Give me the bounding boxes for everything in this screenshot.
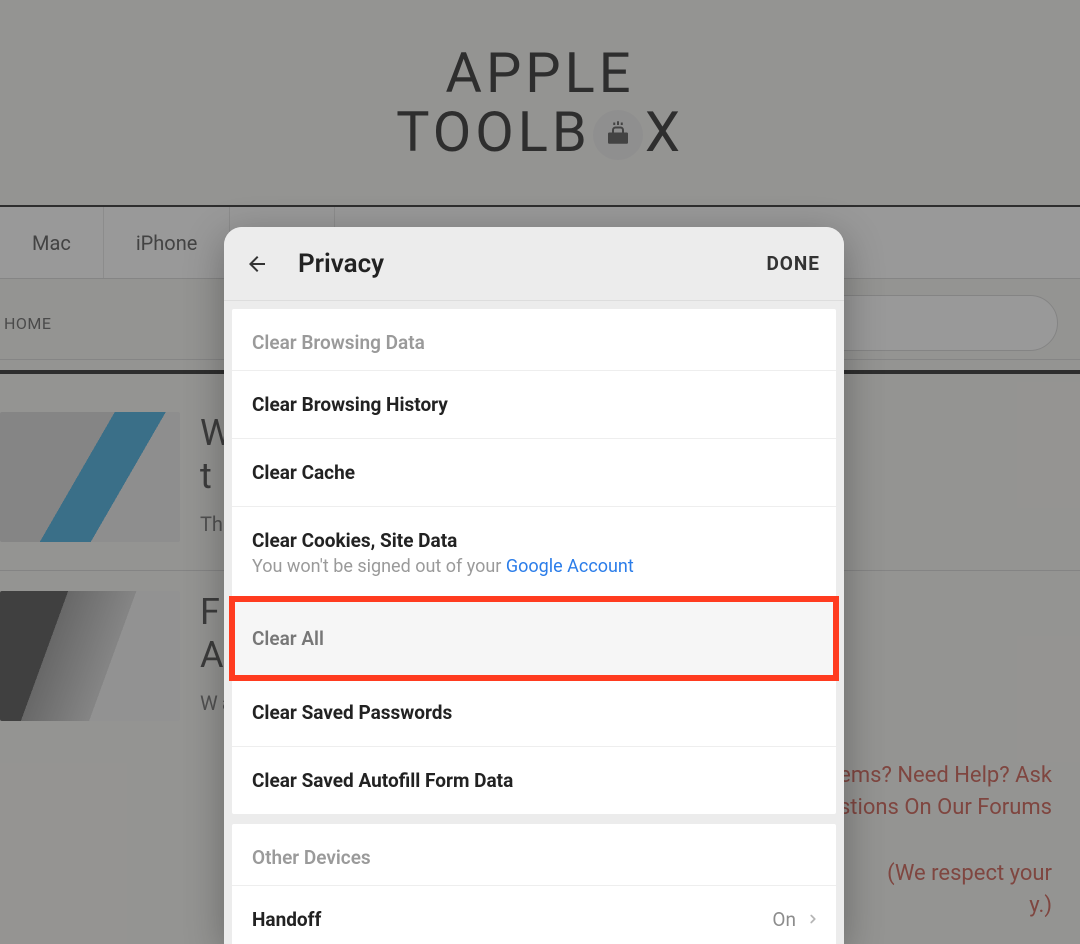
- modal-title: Privacy: [298, 249, 384, 279]
- clear-browsing-history-item[interactable]: Clear Browsing History: [232, 370, 836, 438]
- clear-data-section: Clear Browsing Data Clear Browsing Histo…: [232, 309, 836, 814]
- privacy-modal: Privacy DONE Clear Browsing Data Clear B…: [224, 227, 844, 944]
- clear-cookies-item[interactable]: Clear Cookies, Site Data You won't be si…: [232, 506, 836, 599]
- done-button[interactable]: DONE: [766, 252, 820, 275]
- section-header: Clear Browsing Data: [232, 309, 836, 370]
- clear-all-item[interactable]: Clear All: [232, 599, 836, 678]
- modal-header: Privacy DONE: [224, 227, 844, 301]
- clear-passwords-item[interactable]: Clear Saved Passwords: [232, 678, 836, 746]
- handoff-value: On: [772, 908, 820, 931]
- clear-autofill-item[interactable]: Clear Saved Autofill Form Data: [232, 746, 836, 814]
- item-title: Clear Cookies, Site Data: [252, 529, 816, 552]
- handoff-label: Handoff: [252, 908, 321, 931]
- section-header: Other Devices: [232, 824, 836, 885]
- arrow-left-icon: [245, 252, 269, 276]
- item-subtitle: You won't be signed out of your Google A…: [252, 556, 816, 577]
- chevron-right-icon: [806, 908, 820, 931]
- modal-body: Clear Browsing Data Clear Browsing Histo…: [224, 301, 844, 944]
- back-button[interactable]: [242, 249, 272, 279]
- google-account-link[interactable]: Google Account: [506, 556, 634, 577]
- page-root: APPLE TOOLB X Mac iPhone iPad HOME: [0, 0, 1080, 944]
- handoff-item[interactable]: Handoff On: [232, 885, 836, 944]
- other-devices-section: Other Devices Handoff On: [232, 824, 836, 944]
- clear-cache-item[interactable]: Clear Cache: [232, 438, 836, 506]
